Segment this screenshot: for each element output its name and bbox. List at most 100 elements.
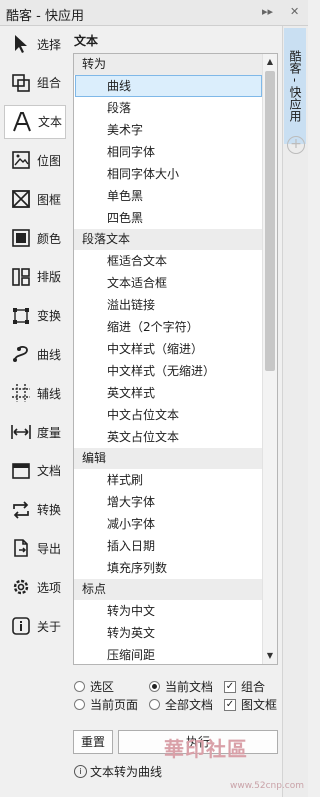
list-item[interactable]: 曲线 — [75, 75, 262, 97]
color-icon — [8, 225, 34, 251]
sidebar-item-label: 颜色 — [37, 231, 62, 246]
command-list[interactable]: 转为 曲线 段落 美术字 相同字体 相同字体大小 单色黑 四色黑 段落文本 框适合文本 文本适合框溢… — [73, 53, 278, 665]
list-item[interactable]: 插入日期 — [74, 535, 263, 557]
scroll-up-icon[interactable]: ▲ — [263, 54, 277, 70]
frame-icon — [8, 186, 34, 212]
info-icon: i — [74, 765, 87, 778]
checkbox-group-label: 组合 — [241, 680, 266, 694]
list-item[interactable]: 四色黑 — [74, 207, 263, 229]
convert-icon — [8, 497, 34, 523]
list-item[interactable]: 中文样式（缩进） — [74, 338, 263, 360]
plus-icon[interactable]: + — [287, 136, 305, 154]
list-item[interactable]: 中文样式（无缩进） — [74, 360, 263, 382]
radio-current-doc[interactable]: 当前文档 — [149, 678, 213, 695]
list-item[interactable]: 英文占位文本 — [74, 426, 263, 448]
sidebar-item-8[interactable]: 曲线 — [4, 337, 66, 371]
watermark-url: www.52cnp.com — [230, 781, 305, 791]
list-group-header: 编辑 — [74, 448, 263, 469]
radio-circle[interactable] — [149, 699, 160, 710]
sidebar-item-13[interactable]: 导出 — [4, 531, 66, 565]
sidebar-item-9[interactable]: 辅线 — [4, 376, 66, 410]
close-icon[interactable]: ✕ — [290, 5, 299, 18]
pin-icon[interactable]: ▸▸ — [262, 5, 273, 18]
tab-quick-app[interactable]: 酷客 - 快应用 — [284, 28, 306, 144]
sidebar-item-5[interactable]: 颜色 — [4, 221, 66, 255]
image-icon — [8, 147, 34, 173]
curve-icon — [8, 341, 34, 367]
sidebar-item-12[interactable]: 转换 — [4, 493, 66, 527]
list-item[interactable]: 溢出链接 — [74, 294, 263, 316]
sidebar-item-3[interactable]: 位图 — [4, 143, 66, 177]
radio-current-doc-label: 当前文档 — [165, 680, 214, 694]
list-item[interactable]: 段落 — [74, 97, 263, 119]
list-item[interactable]: 相同字体大小 — [74, 163, 263, 185]
checkbox-box[interactable]: ✓ — [224, 698, 236, 711]
sidebar-item-0[interactable]: 选择 — [4, 27, 66, 61]
sidebar-item-label: 导出 — [37, 541, 62, 556]
checkbox-graphic-frame-label: 图文框 — [241, 698, 278, 712]
list-item[interactable]: 增大字体 — [74, 491, 263, 513]
sidebar-item-label: 排版 — [37, 270, 62, 285]
list-group-header: 段落文本 — [74, 229, 263, 250]
measure-icon — [8, 419, 34, 445]
list-item[interactable]: 缩进（2个字符） — [74, 316, 263, 338]
sidebar-item-15[interactable]: 关于 — [4, 609, 66, 643]
sidebar-item-6[interactable]: 排版 — [4, 260, 66, 294]
list-item[interactable]: 单色黑 — [74, 185, 263, 207]
list-item[interactable]: 转为英文 — [74, 622, 263, 644]
list-item[interactable]: 文本适合框 — [74, 272, 263, 294]
sidebar-item-label: 选项 — [37, 580, 62, 595]
sidebar-item-label: 度量 — [37, 425, 62, 440]
list-item[interactable]: 英文样式 — [74, 382, 263, 404]
list-item[interactable]: 转为中文 — [74, 600, 263, 622]
list-item[interactable]: 美术字 — [74, 119, 263, 141]
text-icon — [9, 109, 35, 135]
sidebar-item-label: 文本 — [38, 115, 63, 130]
radio-all-docs[interactable]: 全部文档 — [149, 696, 213, 713]
scroll-thumb[interactable] — [265, 71, 275, 371]
hint-line: i 文本转为曲线 — [74, 763, 162, 780]
sidebar: 选择组合文本位图图框颜色排版变换曲线辅线度量文档转换导出选项关于 — [0, 26, 68, 797]
group-icon — [8, 70, 34, 96]
sidebar-item-2[interactable]: 文本 — [4, 104, 66, 139]
sidebar-item-7[interactable]: 变换 — [4, 299, 66, 333]
radio-circle[interactable] — [74, 699, 85, 710]
title-bar: 酷客 - 快应用 ▸▸ ✕ — [0, 0, 308, 26]
export-icon — [8, 535, 34, 561]
hint-text: 文本转为曲线 — [90, 765, 163, 779]
layout-icon — [8, 264, 34, 290]
radio-current-page[interactable]: 当前页面 — [74, 696, 138, 713]
list-group-header: 标点 — [74, 579, 263, 600]
sidebar-item-14[interactable]: 选项 — [4, 570, 66, 604]
list-item[interactable]: 框适合文本 — [74, 250, 263, 272]
checkbox-group[interactable]: ✓ 组合 — [224, 678, 265, 695]
list-item[interactable]: 填充序列数 — [74, 557, 263, 579]
scroll-down-icon[interactable]: ▼ — [263, 648, 277, 664]
reset-button[interactable]: 重置 — [73, 730, 113, 754]
panel-heading: 文本 — [74, 34, 99, 48]
sidebar-item-4[interactable]: 图框 — [4, 182, 66, 216]
radio-circle[interactable] — [149, 681, 160, 692]
info-icon — [8, 613, 34, 639]
checkbox-box[interactable]: ✓ — [224, 680, 236, 693]
gear-icon — [8, 574, 34, 600]
sidebar-item-label: 选择 — [37, 37, 62, 52]
radio-selection-label: 选区 — [90, 680, 115, 694]
list-item[interactable]: 减小字体 — [74, 513, 263, 535]
checkbox-graphic-frame[interactable]: ✓ 图文框 — [224, 696, 277, 713]
sidebar-item-label: 组合 — [37, 76, 62, 91]
radio-circle[interactable] — [74, 681, 85, 692]
list-item[interactable]: 中文占位文本 — [74, 404, 263, 426]
cursor-icon — [8, 31, 34, 57]
sidebar-item-1[interactable]: 组合 — [4, 66, 66, 100]
list-item[interactable]: 相同字体 — [74, 141, 263, 163]
document-icon — [8, 458, 34, 484]
sidebar-item-11[interactable]: 文档 — [4, 454, 66, 488]
list-item[interactable]: 压缩间距 — [74, 644, 263, 664]
sidebar-item-10[interactable]: 度量 — [4, 415, 66, 449]
sidebar-item-label: 图框 — [37, 192, 62, 207]
radio-all-docs-label: 全部文档 — [165, 698, 214, 712]
radio-selection[interactable]: 选区 — [74, 678, 114, 695]
list-item[interactable]: 样式刷 — [74, 469, 263, 491]
list-scrollbar[interactable]: ▲ ▼ — [262, 54, 277, 664]
